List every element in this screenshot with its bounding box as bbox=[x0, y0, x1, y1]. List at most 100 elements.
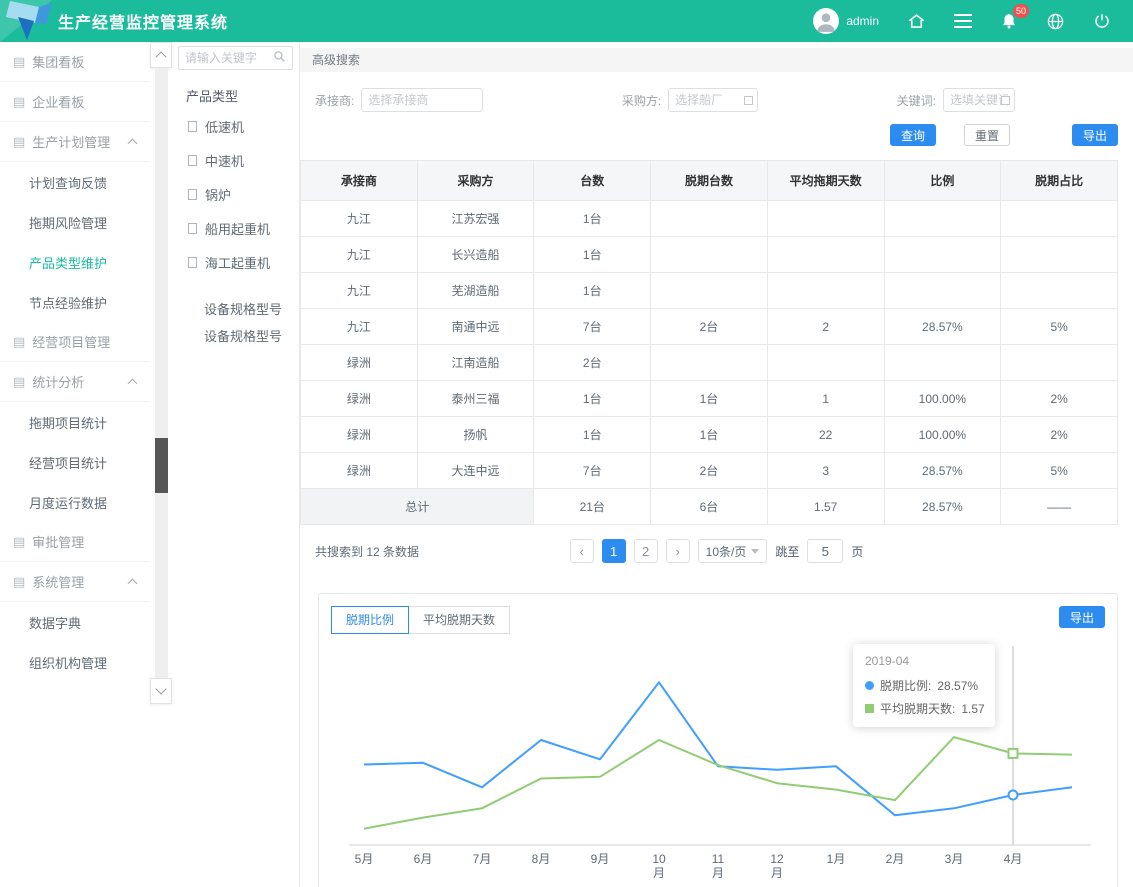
jump-page-input[interactable] bbox=[807, 539, 843, 563]
chevron-up-icon bbox=[155, 51, 166, 62]
table-cell: 2 bbox=[767, 309, 884, 345]
sidebar-item-label: 生产计划管理 bbox=[32, 132, 110, 151]
table-cell bbox=[651, 201, 768, 237]
power-icon[interactable] bbox=[1093, 12, 1111, 30]
filter-row: 承接商: 采购方: 关键词: bbox=[300, 72, 1133, 112]
tooltip-item-label: 平均脱期天数: bbox=[880, 700, 955, 717]
table-cell: 28.57% bbox=[884, 309, 1001, 345]
product-item[interactable]: 锅炉 bbox=[178, 177, 293, 211]
tab-avg-delay-days[interactable]: 平均脱期天数 bbox=[408, 606, 510, 634]
table-cell: 1台 bbox=[534, 417, 651, 453]
table-cell: 2% bbox=[1001, 417, 1118, 453]
scroll-up-button[interactable] bbox=[150, 42, 172, 68]
suffix-square-icon bbox=[1001, 96, 1010, 105]
next-page-button[interactable]: › bbox=[666, 539, 690, 563]
chart-export-button[interactable]: 导出 bbox=[1059, 606, 1105, 628]
sidebar-item[interactable]: 拖期风险管理 bbox=[0, 202, 150, 242]
product-search-input[interactable] bbox=[185, 51, 273, 65]
page-button[interactable]: 2 bbox=[634, 539, 658, 563]
table-cell: 5% bbox=[1001, 453, 1118, 489]
sidebar-item[interactable]: 计划查询反馈 bbox=[0, 162, 150, 202]
product-item[interactable]: 海工起重机 bbox=[178, 245, 293, 279]
sidebar-item[interactable]: ▤审批管理 bbox=[0, 522, 150, 562]
sidebar-item-label: 企业看板 bbox=[32, 92, 84, 111]
product-item[interactable]: 中速机 bbox=[178, 143, 293, 177]
product-item-label: 锅炉 bbox=[205, 185, 231, 204]
export-button[interactable]: 导出 bbox=[1072, 124, 1118, 146]
sidebar-item-label: 月度运行数据 bbox=[29, 493, 107, 512]
product-item-label: 设备规格型号 bbox=[204, 299, 282, 318]
table-row: 绿洲大连中远7台2台328.57%5% bbox=[301, 453, 1118, 489]
sidebar-item[interactable]: 数据字典 bbox=[0, 602, 150, 642]
globe-icon[interactable] bbox=[1046, 12, 1065, 31]
table-header-cell: 比例 bbox=[884, 161, 1001, 201]
x-axis-label: 7月 bbox=[473, 852, 492, 866]
sidebar-scrollbar bbox=[150, 42, 172, 704]
table-cell bbox=[1001, 345, 1118, 381]
table-cell: 28.57% bbox=[884, 489, 1001, 525]
document-icon bbox=[188, 223, 197, 234]
chevron-up-icon bbox=[128, 138, 138, 148]
product-item[interactable]: 船用起重机 bbox=[178, 211, 293, 245]
contractor-filter-input[interactable] bbox=[361, 88, 483, 112]
page-buttons: 12 bbox=[602, 539, 658, 563]
series-marker-circle-icon bbox=[865, 681, 874, 690]
table-cell: 100.00% bbox=[884, 381, 1001, 417]
table-row: 九江芜湖造船1台 bbox=[301, 273, 1118, 309]
sidebar-item[interactable]: ▤集团看板 bbox=[0, 42, 150, 82]
jump-label: 跳至 bbox=[775, 543, 799, 560]
sidebar-item[interactable]: 月度运行数据 bbox=[0, 482, 150, 522]
sidebar-item[interactable]: 产品类型维护 bbox=[0, 242, 150, 282]
chart-card: 脱期比例 平均脱期天数 导出 5月6月7月8月9月10月11月12月1月2月3月… bbox=[318, 593, 1118, 887]
sidebar-item[interactable]: 节点经验维护 bbox=[0, 282, 150, 322]
filter-label: 采购方: bbox=[622, 92, 661, 109]
search-icon[interactable] bbox=[273, 50, 286, 66]
sidebar-item[interactable]: 拖期项目统计 bbox=[0, 402, 150, 442]
scroll-track[interactable] bbox=[155, 68, 168, 678]
table-cell: 绿洲 bbox=[301, 417, 418, 453]
x-axis-label: 6月 bbox=[414, 852, 433, 866]
scroll-thumb[interactable] bbox=[155, 438, 168, 493]
sidebar-item[interactable]: 组织机构管理 bbox=[0, 642, 150, 682]
menu-grid-icon: ▤ bbox=[13, 94, 25, 110]
sidebar-item[interactable]: 经营项目统计 bbox=[0, 442, 150, 482]
table-cell bbox=[767, 237, 884, 273]
scroll-down-button[interactable] bbox=[150, 678, 172, 704]
contractor-filter: 承接商: bbox=[315, 88, 483, 112]
table-cell bbox=[651, 273, 768, 309]
chart-area[interactable]: 5月6月7月8月9月10月11月12月1月2月3月4月 2019-04 脱期比例… bbox=[331, 640, 1105, 887]
x-axis-label: 3月 bbox=[945, 852, 964, 866]
prev-page-button[interactable]: ‹ bbox=[570, 539, 594, 563]
tab-delay-ratio[interactable]: 脱期比例 bbox=[331, 606, 409, 634]
product-item[interactable]: 设备规格型号 bbox=[178, 295, 293, 322]
advanced-search-bar[interactable]: 高级搜索 bbox=[300, 48, 1133, 72]
reset-button[interactable]: 重置 bbox=[964, 124, 1010, 146]
product-item[interactable]: 低速机 bbox=[178, 109, 293, 143]
product-item[interactable]: 设备规格型号 bbox=[178, 322, 293, 349]
table-cell: 九江 bbox=[301, 201, 418, 237]
table-cell: 2台 bbox=[651, 453, 768, 489]
hamburger-menu-icon[interactable] bbox=[954, 13, 972, 29]
sidebar-item[interactable]: ▤统计分析 bbox=[0, 362, 150, 402]
page-button[interactable]: 1 bbox=[602, 539, 626, 563]
jump-unit: 页 bbox=[851, 543, 863, 560]
sidebar-item[interactable]: ▤系统管理 bbox=[0, 562, 150, 602]
sidebar-item[interactable]: ▤经营项目管理 bbox=[0, 322, 150, 362]
table-cell: 28.57% bbox=[884, 453, 1001, 489]
tooltip-item: 脱期比例: 28.57% bbox=[865, 677, 983, 694]
page-size-select[interactable]: 10条/页 bbox=[698, 539, 768, 563]
pagination: 共搜索到 12 条数据 ‹ 12 › 10条/页 跳至 页 bbox=[315, 539, 1118, 563]
table-cell bbox=[1001, 273, 1118, 309]
user-menu[interactable]: admin bbox=[813, 8, 879, 34]
table-cell: 7台 bbox=[534, 453, 651, 489]
x-axis-label: 8月 bbox=[532, 852, 551, 866]
bell-icon[interactable]: 50 bbox=[1000, 11, 1018, 31]
table-header-row: 承接商采购方台数脱期台数平均拖期天数比例脱期占比 bbox=[301, 161, 1118, 201]
sidebar-item[interactable]: ▤生产计划管理 bbox=[0, 122, 150, 162]
home-icon[interactable] bbox=[907, 12, 926, 31]
table-cell bbox=[1001, 201, 1118, 237]
sidebar-item[interactable]: ▤ 企业看板 bbox=[0, 82, 150, 122]
query-button[interactable]: 查询 bbox=[890, 124, 936, 146]
table-cell: 1.57 bbox=[767, 489, 884, 525]
menu-grid-icon: ▤ bbox=[13, 374, 25, 390]
